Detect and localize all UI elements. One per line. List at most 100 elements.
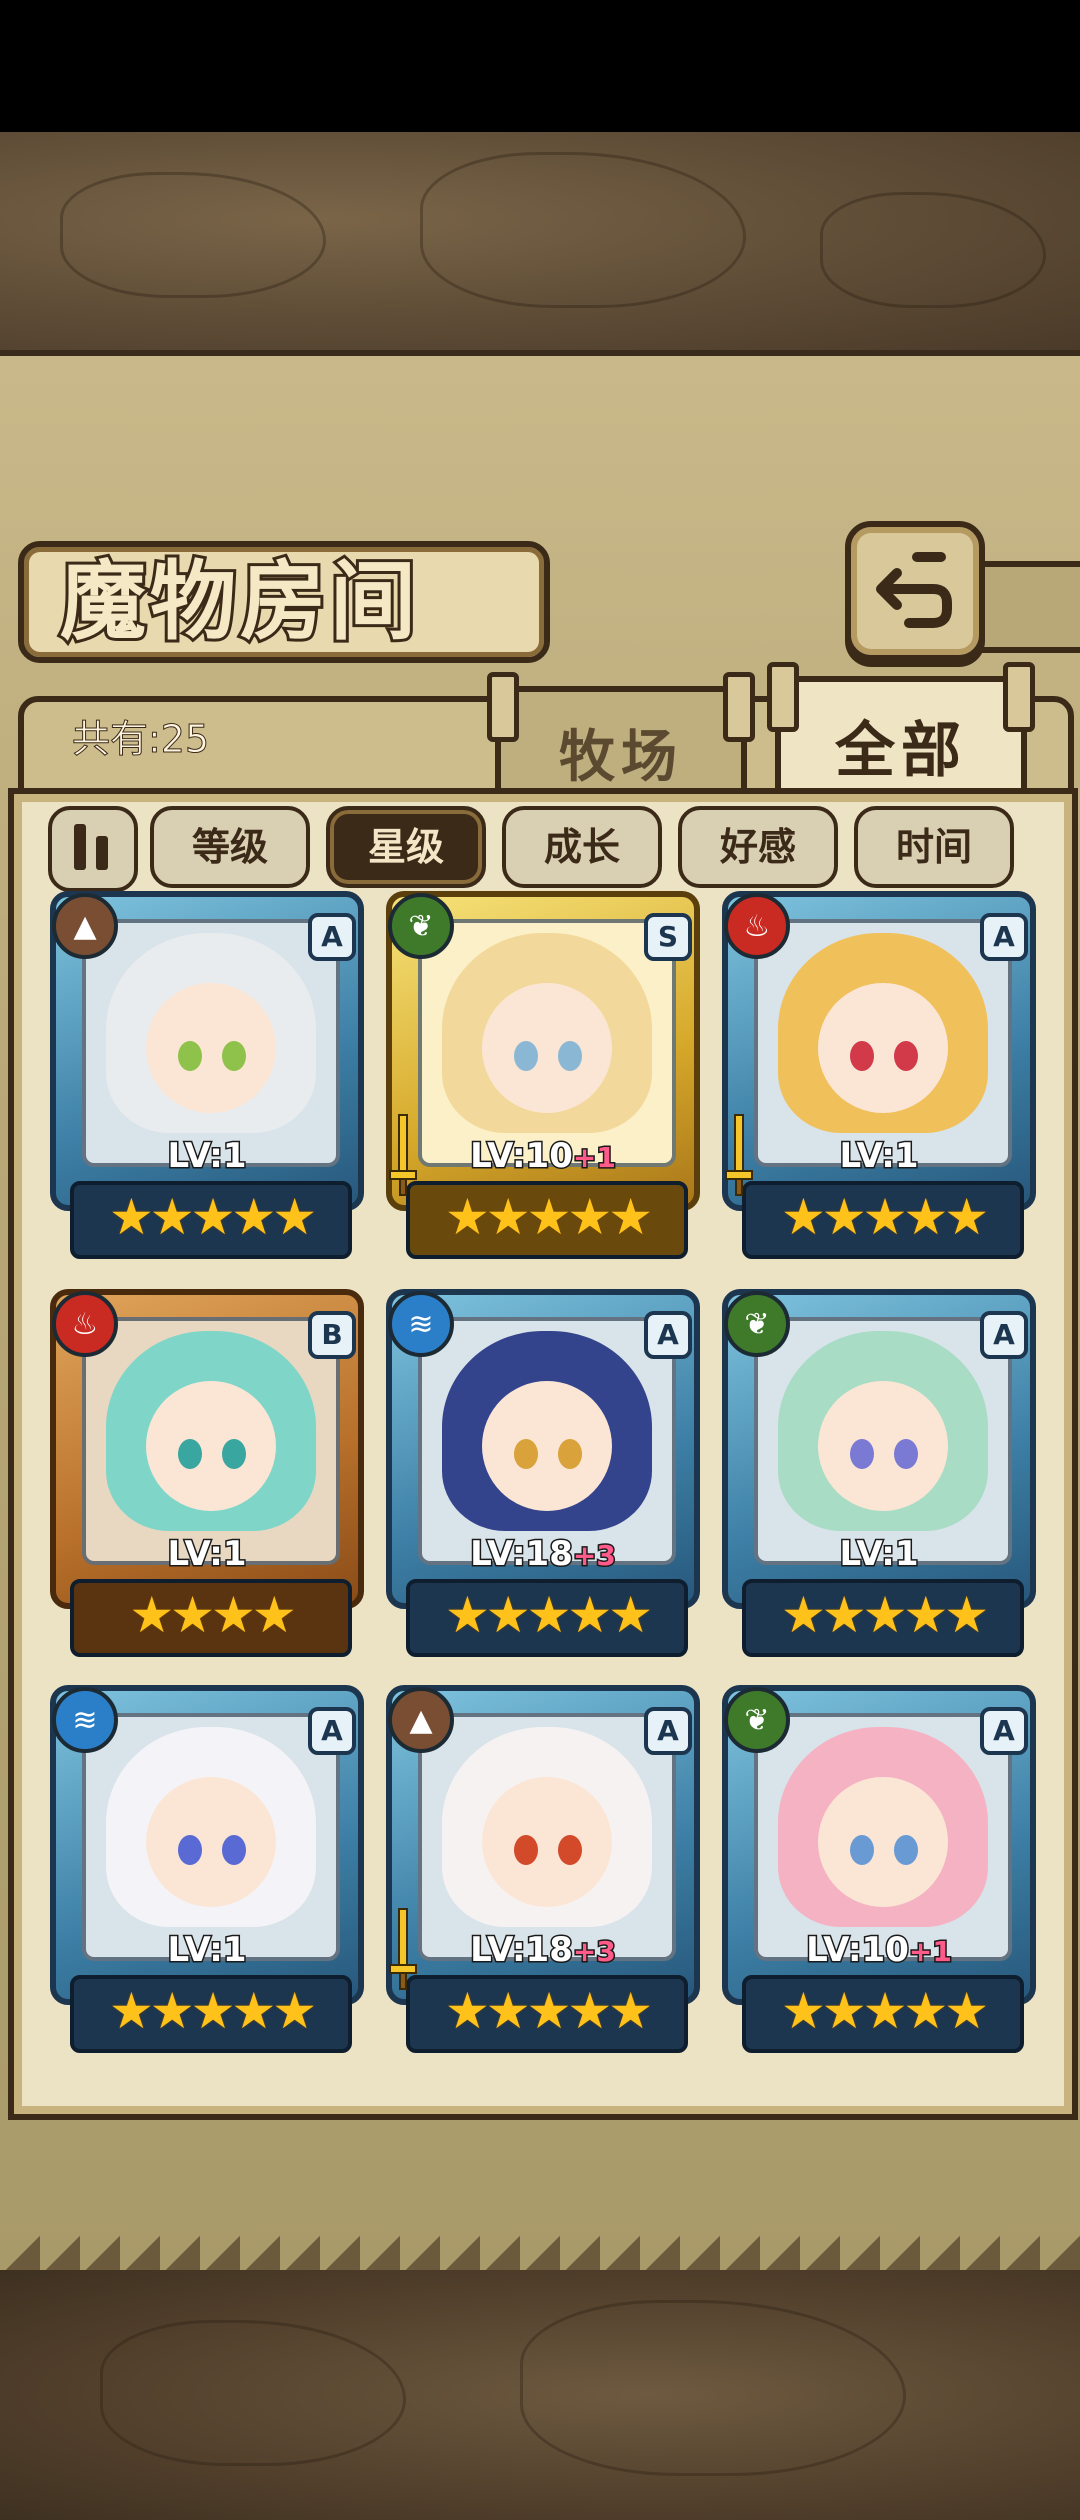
- sort-level-button[interactable]: 等级: [150, 806, 310, 888]
- level-value: LV:1: [166, 1533, 248, 1576]
- back-button[interactable]: [845, 521, 985, 661]
- portrait-eye: [178, 1041, 202, 1071]
- monster-card[interactable]: ♨ B LV:1 ★★★★: [50, 1289, 364, 1661]
- star-rating: ★★★★★: [70, 1975, 352, 2053]
- return-arrow-icon: [876, 552, 952, 628]
- portrait-eye: [850, 1439, 874, 1469]
- level-label: LV:1: [50, 1929, 364, 1972]
- sort-growth-button[interactable]: 成长: [502, 806, 662, 888]
- level-bonus: +3: [571, 1934, 617, 1970]
- level-value: LV:18: [469, 1929, 575, 1972]
- portrait-face: [818, 1777, 948, 1907]
- portrait-eye: [178, 1439, 202, 1469]
- tab-all-label: 全部: [835, 716, 967, 786]
- monster-portrait: [82, 919, 340, 1167]
- level-value: LV:18: [469, 1533, 575, 1576]
- monster-card[interactable]: ❦ S LV:10+1 ★★★★★: [386, 891, 700, 1263]
- monster-card[interactable]: ≋ A LV:1 ★★★★★: [50, 1685, 364, 2057]
- level-bonus: +1: [907, 1934, 953, 1970]
- level-label: LV:1: [50, 1135, 364, 1178]
- star-rating: ★★★★★: [742, 1181, 1024, 1259]
- level-label: LV:10+1: [722, 1929, 1036, 1972]
- rank-badge: A: [308, 1707, 356, 1755]
- sort-order-toggle[interactable]: [48, 806, 138, 892]
- sort-order-icon: [74, 824, 86, 870]
- portrait-eye: [222, 1439, 246, 1469]
- star-rating: ★★★★★: [406, 1975, 688, 2053]
- monster-card[interactable]: ♨ A LV:1 ★★★★★: [722, 891, 1036, 1263]
- sort-affection-button[interactable]: 好感: [678, 806, 838, 888]
- monster-portrait: [82, 1713, 340, 1961]
- level-value: LV:1: [838, 1135, 920, 1178]
- earth-element-icon: ▲: [388, 1687, 454, 1753]
- portrait-eye: [894, 1835, 918, 1865]
- map-background-top: [0, 132, 1080, 350]
- sort-bar: 等级 星级 成长 好感 时间: [48, 806, 1028, 892]
- rank-badge: A: [644, 1311, 692, 1359]
- water-element-icon: ≋: [52, 1687, 118, 1753]
- level-label: LV:18+3: [386, 1929, 700, 1972]
- tab-ranch-label: 牧场: [559, 724, 683, 790]
- rank-badge: S: [644, 913, 692, 961]
- level-value: LV:1: [166, 1929, 248, 1972]
- portrait-face: [146, 1381, 276, 1511]
- portrait-eye: [850, 1041, 874, 1071]
- star-rating: ★★★★★: [742, 1975, 1024, 2053]
- level-value: LV:1: [838, 1533, 920, 1576]
- level-label: LV:1: [722, 1135, 1036, 1178]
- level-label: LV:1: [722, 1533, 1036, 1576]
- portrait-eye: [894, 1439, 918, 1469]
- level-value: LV:10: [805, 1929, 911, 1972]
- portrait-face: [818, 983, 948, 1113]
- title-plate: 魔物房间: [18, 541, 550, 663]
- portrait-eye: [558, 1835, 582, 1865]
- portrait-eye: [514, 1439, 538, 1469]
- star-rating: ★★★★: [70, 1579, 352, 1657]
- monster-card[interactable]: ▲ A LV:1 ★★★★★: [50, 891, 364, 1263]
- sort-star-button[interactable]: 星级: [326, 806, 486, 888]
- monster-portrait: [418, 1317, 676, 1565]
- rank-badge: A: [980, 1311, 1028, 1359]
- wood-element-icon: ❦: [724, 1687, 790, 1753]
- star-rating: ★★★★★: [406, 1579, 688, 1657]
- portrait-face: [482, 1777, 612, 1907]
- sort-time-button[interactable]: 时间: [854, 806, 1014, 888]
- water-element-icon: ≋: [388, 1291, 454, 1357]
- wood-element-icon: ❦: [724, 1291, 790, 1357]
- map-background-bottom: [0, 2270, 1080, 2520]
- portrait-face: [146, 983, 276, 1113]
- star-rating: ★★★★★: [742, 1579, 1024, 1657]
- level-label: LV:1: [50, 1533, 364, 1576]
- portrait-eye: [558, 1439, 582, 1469]
- level-bonus: +3: [571, 1538, 617, 1574]
- earth-element-icon: ▲: [52, 893, 118, 959]
- rank-badge: B: [308, 1311, 356, 1359]
- monster-portrait: [754, 919, 1012, 1167]
- monster-portrait: [754, 1713, 1012, 1961]
- portrait-face: [146, 1777, 276, 1907]
- portrait-eye: [514, 1835, 538, 1865]
- level-value: LV:1: [166, 1135, 248, 1178]
- page-title: 魔物房间: [57, 548, 420, 655]
- monster-card[interactable]: ❦ A LV:1 ★★★★★: [722, 1289, 1036, 1661]
- rank-badge: A: [644, 1707, 692, 1755]
- weapon-icon: [389, 1114, 417, 1196]
- portrait-eye: [222, 1041, 246, 1071]
- weapon-icon: [725, 1114, 753, 1196]
- portrait-eye: [178, 1835, 202, 1865]
- monster-card[interactable]: ≋ A LV:18+3 ★★★★★: [386, 1289, 700, 1661]
- portrait-eye: [558, 1041, 582, 1071]
- star-rating: ★★★★★: [70, 1181, 352, 1259]
- monster-card[interactable]: ❦ A LV:10+1 ★★★★★: [722, 1685, 1036, 2057]
- wood-element-icon: ❦: [388, 893, 454, 959]
- fire-element-icon: ♨: [52, 1291, 118, 1357]
- monster-portrait: [418, 919, 676, 1167]
- monster-portrait: [82, 1317, 340, 1565]
- level-label: LV:18+3: [386, 1533, 700, 1576]
- monster-portrait: [418, 1713, 676, 1961]
- portrait-face: [818, 1381, 948, 1511]
- monster-card[interactable]: ▲ A LV:18+3 ★★★★★: [386, 1685, 700, 2057]
- portrait-eye: [894, 1041, 918, 1071]
- monster-count: 共有:25: [71, 717, 210, 762]
- level-label: LV:10+1: [386, 1135, 700, 1178]
